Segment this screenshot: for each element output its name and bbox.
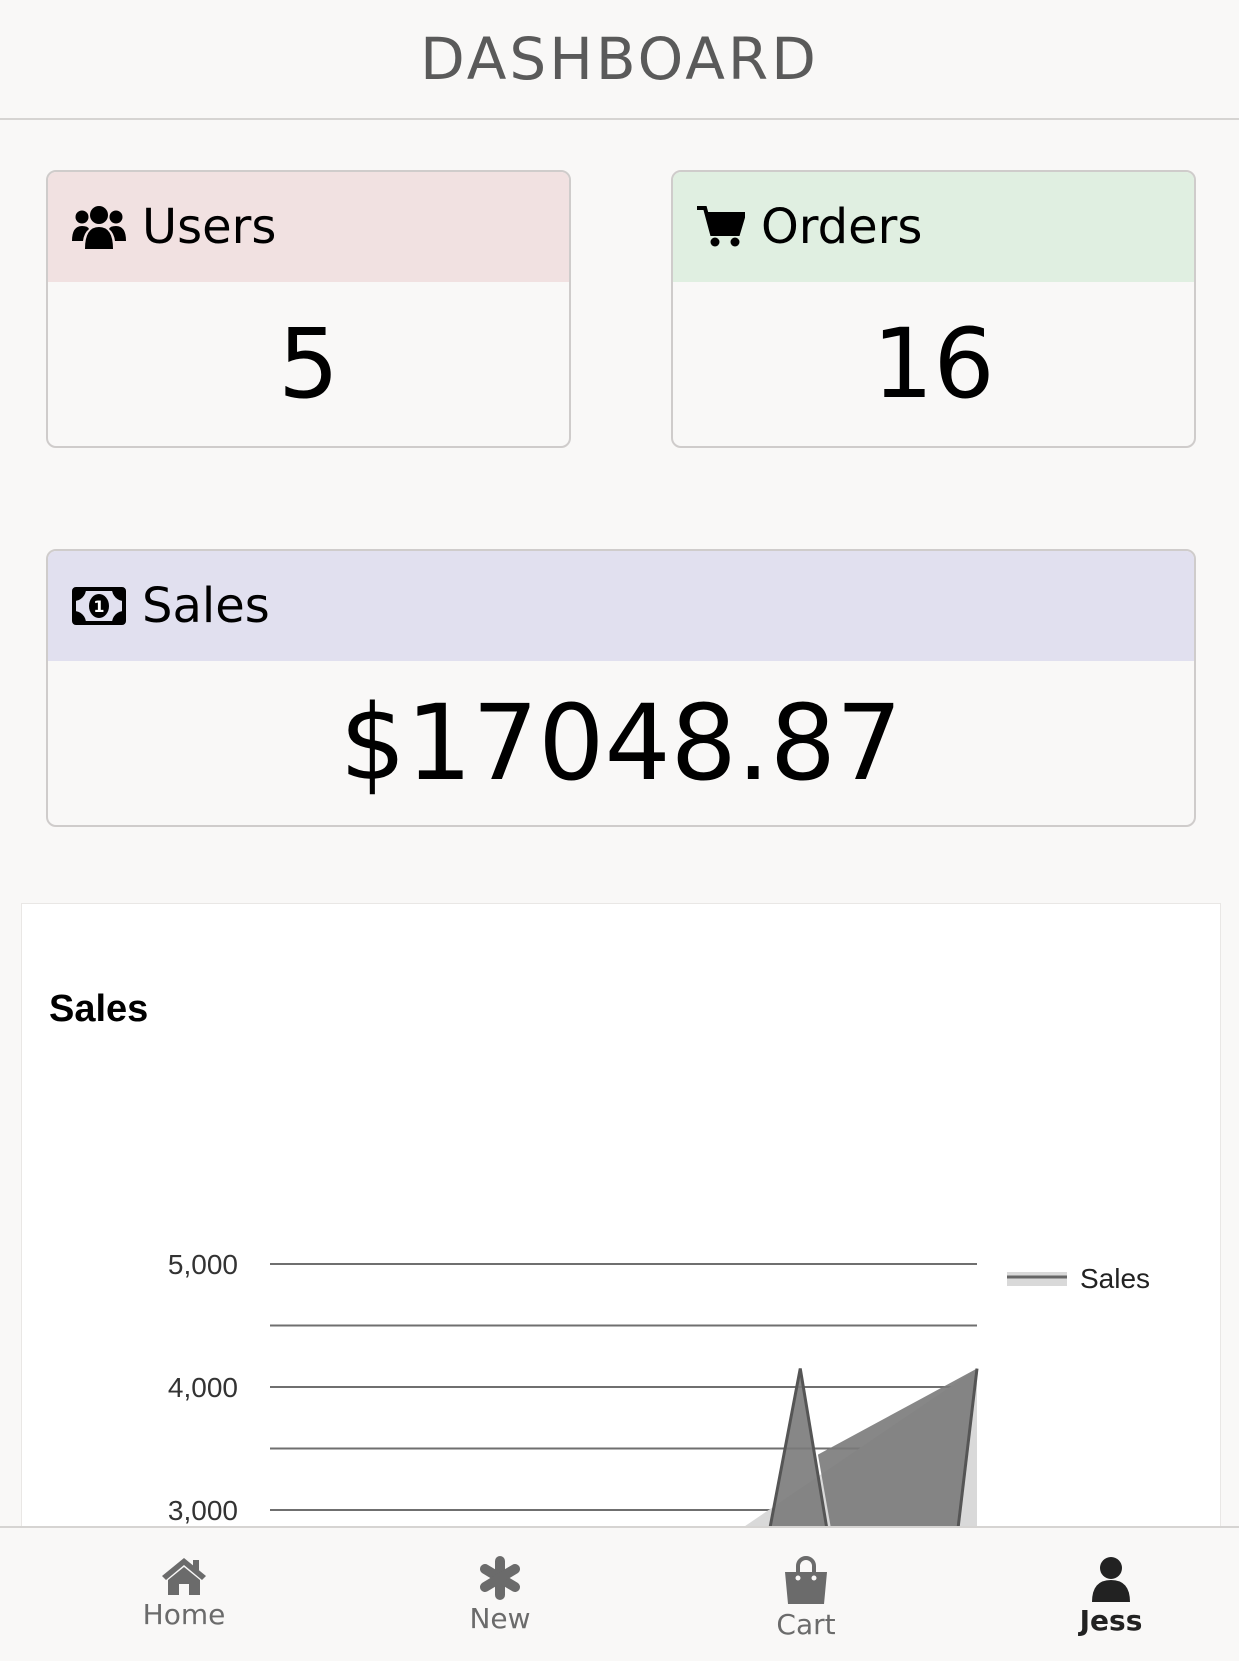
- money-bill-icon: 1: [72, 587, 126, 625]
- nav-label-cart: Cart: [776, 1608, 836, 1641]
- asterisk-icon: [480, 1556, 520, 1600]
- orders-count: 16: [872, 308, 995, 420]
- shopping-bag-icon: [785, 1556, 827, 1604]
- users-card-label: Users: [142, 199, 277, 255]
- legend-swatch: [1007, 1272, 1067, 1286]
- cart-icon: [697, 206, 745, 247]
- users-count: 5: [277, 308, 340, 420]
- nav-label-home: Home: [142, 1598, 226, 1631]
- orders-card-header: Orders: [673, 172, 1194, 282]
- orders-card-label: Orders: [761, 199, 923, 255]
- nav-label-new: New: [469, 1602, 531, 1635]
- legend-label: Sales: [1080, 1263, 1150, 1294]
- users-card[interactable]: Users 5: [46, 170, 571, 448]
- user-icon: [1092, 1557, 1130, 1602]
- home-icon: [162, 1558, 206, 1595]
- bottom-nav: Home New Cart Jess: [0, 1526, 1239, 1661]
- users-card-header: Users: [48, 172, 569, 282]
- y-tick-label: 5,000: [168, 1249, 238, 1280]
- nav-item-profile[interactable]: Jess: [1031, 1528, 1191, 1661]
- sales-card[interactable]: 1 Sales $17048.87: [46, 549, 1196, 827]
- sales-card-header: 1 Sales: [48, 551, 1194, 661]
- nav-item-cart[interactable]: Cart: [726, 1528, 886, 1661]
- sales-total: $17048.87: [339, 682, 903, 804]
- users-icon: [72, 206, 126, 249]
- sales-chart: 3,000 4,000 5,000 Sales: [168, 1249, 1150, 1555]
- svg-text:1: 1: [93, 597, 104, 616]
- nav-item-new[interactable]: New: [420, 1528, 580, 1661]
- page-title: DASHBOARD: [420, 25, 819, 93]
- sales-chart-panel: Sales 3,000 4,000 5,000 Sales: [21, 903, 1221, 1603]
- orders-card[interactable]: Orders 16: [671, 170, 1196, 448]
- nav-item-home[interactable]: Home: [104, 1528, 264, 1661]
- header: DASHBOARD: [0, 0, 1239, 120]
- y-tick-label: 3,000: [168, 1495, 238, 1526]
- y-tick-label: 4,000: [168, 1372, 238, 1403]
- nav-label-profile: Jess: [1079, 1604, 1143, 1637]
- sales-card-label: Sales: [142, 578, 270, 634]
